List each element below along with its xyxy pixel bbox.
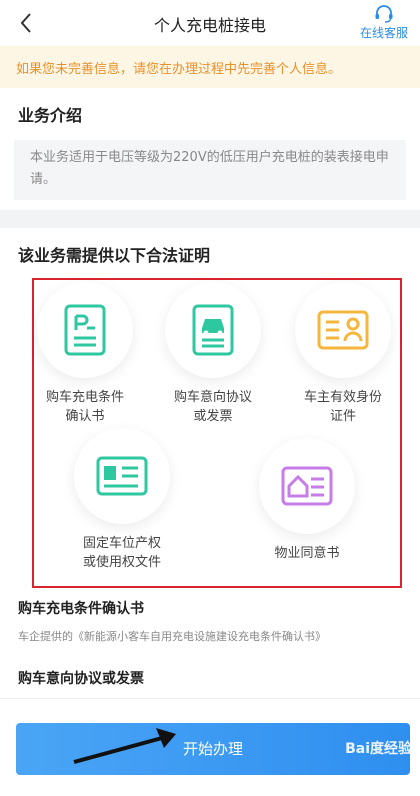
house-card-icon bbox=[281, 466, 333, 506]
parking-doc-icon bbox=[64, 304, 106, 356]
proof-item-parking-rights[interactable]: 固定车位产权 或使用权文件 bbox=[62, 428, 182, 572]
proof-icon-circle bbox=[259, 438, 355, 534]
proof-item-owner-id[interactable]: 车主有效身份 证件 bbox=[288, 282, 398, 426]
detail-title: 购车意向协议或发票 bbox=[18, 671, 144, 687]
id-card-icon bbox=[317, 310, 369, 350]
online-service-label: 在线客服 bbox=[359, 26, 408, 40]
intro-section: 业务介绍 本业务适用于电压等级为220V的低压用户充电桩的装表接电申请。 bbox=[0, 88, 420, 210]
proof-icon-circle bbox=[37, 282, 133, 378]
proof-icon-circle bbox=[295, 282, 391, 378]
proof-icon-circle bbox=[74, 428, 170, 524]
proof-item-property-consent[interactable]: 物业同意书 bbox=[252, 438, 362, 563]
proof-label: 固定车位产权 或使用权文件 bbox=[82, 536, 161, 570]
proof-icon-circle bbox=[165, 282, 261, 378]
proof-label: 购车意向协议 或发票 bbox=[173, 390, 252, 424]
intro-title: 业务介绍 bbox=[18, 106, 83, 125]
proof-label: 车主有效身份 证件 bbox=[303, 390, 382, 424]
proof-item-purchase-agreement[interactable]: 购车意向协议 或发票 bbox=[158, 282, 268, 426]
proof-label: 购车充电条件 确认书 bbox=[45, 390, 124, 424]
proofs-section: 该业务需提供以下合法证明 购车充电条件 确认书 购车意向协议 或发票 车主有效身… bbox=[0, 228, 420, 698]
proof-label: 物业同意书 bbox=[274, 546, 340, 561]
intro-text: 本业务适用于电压等级为220V的低压用户充电桩的装表接电申请。 bbox=[14, 140, 406, 200]
arrow-annotation bbox=[73, 728, 176, 764]
headset-icon bbox=[375, 5, 393, 23]
detail-title: 购车充电条件确认书 bbox=[18, 601, 144, 617]
car-doc-icon bbox=[192, 304, 234, 356]
detail-text: 车企提供的《新能源小客车自用充电设施建设充电条件确认书》 bbox=[18, 630, 326, 643]
online-service-button[interactable]: 在线客服 bbox=[356, 4, 412, 41]
parking-card-icon bbox=[96, 456, 148, 496]
watermark: Bai度经验 bbox=[345, 741, 412, 757]
proof-item-charging-confirmation[interactable]: 购车充电条件 确认书 bbox=[30, 282, 140, 426]
proofs-title: 该业务需提供以下合法证明 bbox=[18, 246, 211, 265]
header: 个人充电桩接电 在线客服 bbox=[0, 0, 420, 46]
notice-banner: 如果您未完善信息，请您在办理过程中先完善个人信息。 bbox=[0, 46, 420, 88]
